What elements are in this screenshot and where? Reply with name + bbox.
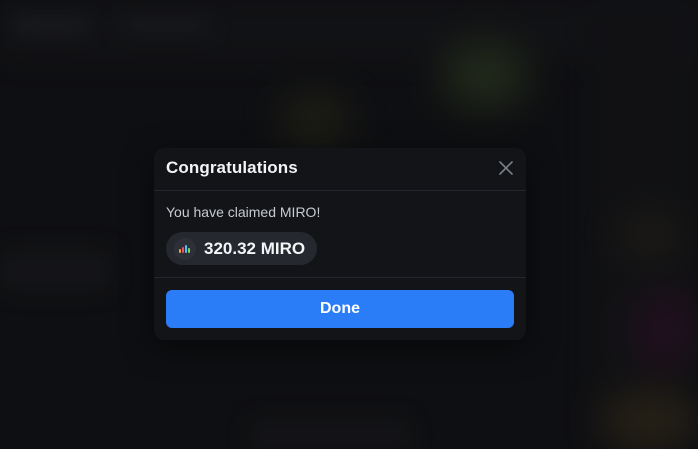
dialog-header: Congratulations xyxy=(154,148,526,191)
claimed-amount: 320.32 MIRO xyxy=(204,238,306,258)
done-button[interactable]: Done xyxy=(166,290,514,328)
close-icon xyxy=(499,161,513,175)
claim-message: You have claimed MIRO! xyxy=(166,204,321,220)
congratulations-dialog: Congratulations You have claimed MIRO! 3… xyxy=(154,148,526,340)
claimed-amount-badge: 320.32 MIRO xyxy=(166,232,318,265)
dialog-divider xyxy=(154,277,526,278)
dialog-title: Congratulations xyxy=(166,158,298,177)
miro-token-icon xyxy=(174,237,196,260)
close-button[interactable] xyxy=(496,158,516,178)
